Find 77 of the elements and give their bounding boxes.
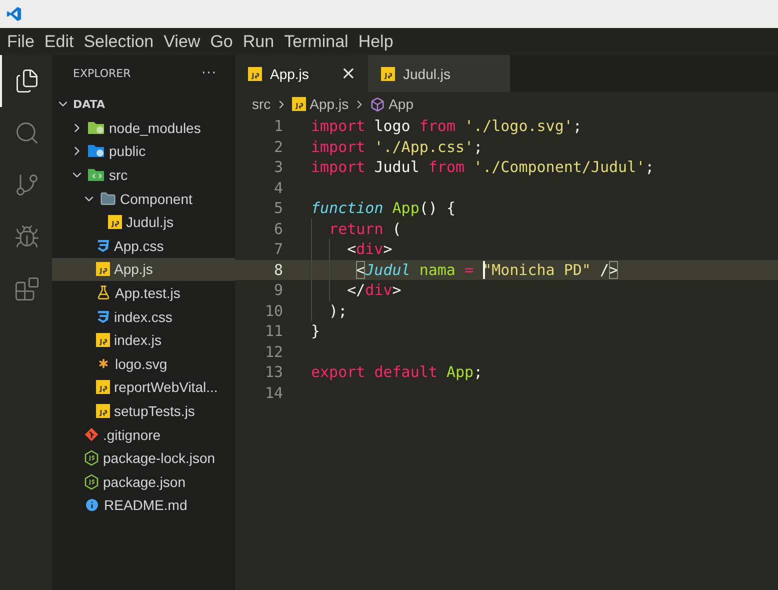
js-file-icon [96, 380, 110, 394]
line-number: 1 [272, 117, 283, 136]
line-number: 5 [272, 199, 283, 218]
flask-icon [96, 285, 111, 300]
info-icon [84, 497, 100, 514]
line-number: 12 [264, 342, 283, 361]
folder-icon [100, 190, 116, 207]
file-tree-item[interactable]: node_modules [52, 116, 235, 140]
menu-item[interactable]: Run [238, 32, 280, 52]
explorer-title: EXPLORER [73, 67, 131, 80]
css-file-icon [96, 238, 110, 253]
line-number: 14 [264, 384, 283, 402]
line-number: 2 [272, 138, 283, 156]
breadcrumb-item[interactable]: App.js [310, 96, 349, 112]
file-tree-item[interactable]: reportWebVital... [52, 376, 235, 400]
file-tree-item[interactable]: package-lock.json [52, 446, 235, 470]
line-number: 8 [272, 260, 283, 279]
js-file-icon [96, 333, 110, 348]
menu-item[interactable]: File [2, 32, 40, 52]
more-actions[interactable]: ··· [202, 66, 217, 81]
file-tree-item[interactable]: public [52, 140, 235, 164]
cube-icon [370, 96, 385, 112]
menu-item[interactable]: Selection [78, 32, 159, 52]
code-line: export default App; [311, 362, 483, 382]
js-file-icon [381, 66, 396, 80]
line-number: 6 [272, 220, 283, 238]
folder-icon [88, 144, 105, 158]
css-file-icon [96, 310, 110, 324]
file-tree-item[interactable]: package.json [52, 470, 235, 494]
folder-icon [88, 120, 105, 135]
line-number: 13 [264, 363, 283, 382]
file-tree-item[interactable]: index.js [52, 328, 235, 352]
line-number: 10 [264, 302, 283, 320]
file-tree-item[interactable]: .gitignore [52, 422, 235, 446]
workspace-section[interactable]: DATA [52, 92, 235, 116]
line-number: 9 [272, 281, 283, 300]
file-tree-item[interactable]: App.test.js [52, 281, 235, 305]
code-line: import Judul from './Component/Judul'; [311, 157, 654, 178]
file-tree-item[interactable]: index.css [52, 304, 235, 328]
hexagon-icon [84, 474, 99, 490]
line-number: 3 [272, 158, 283, 176]
file-tree-item[interactable]: logo.svg [52, 352, 235, 376]
line-number: 7 [272, 240, 283, 258]
js-file-icon [292, 97, 306, 111]
code-line: ); [311, 300, 348, 321]
line-number: 4 [272, 178, 283, 197]
breadcrumb-item[interactable]: App [388, 96, 414, 112]
file-tree-item[interactable]: App.css [52, 234, 235, 258]
folder-icon [88, 168, 105, 182]
file-tree-item[interactable]: setupTests.js [52, 399, 235, 423]
js-file-icon [96, 262, 110, 276]
code-line: import logo from './logo.svg'; [311, 116, 582, 136]
app-logo-icon [6, 6, 22, 22]
js-file-icon [96, 404, 110, 418]
file-tree-item[interactable]: Component [52, 186, 235, 210]
code-line: } [311, 321, 320, 342]
menu-item[interactable]: View [158, 32, 206, 52]
js-file-icon [248, 66, 262, 80]
menu-item[interactable]: Help [353, 32, 398, 52]
js-file-icon [108, 215, 122, 230]
hexagon-icon [84, 450, 99, 466]
line-number: 11 [264, 322, 283, 340]
file-tree-item[interactable]: README.md [52, 494, 235, 518]
editor-tab[interactable]: Judul.js [368, 55, 510, 92]
menu-item[interactable]: Terminal [279, 32, 354, 52]
file-tree-item[interactable]: App.js [52, 258, 235, 282]
file-tree-item[interactable]: src [52, 163, 235, 187]
file-tree-item[interactable]: Judul.js [52, 210, 235, 234]
code-line: </div> [311, 280, 402, 300]
code-line: function App() { [311, 198, 456, 218]
code-line: return ( [311, 218, 402, 239]
editor-tab[interactable]: App.js × [235, 55, 368, 92]
close-icon[interactable]: × [340, 63, 356, 84]
menu-item[interactable]: Go [205, 32, 238, 52]
breadcrumb-item[interactable]: src [252, 96, 271, 112]
code-line: import './App.css'; [311, 136, 483, 157]
menu-item[interactable]: Edit [39, 32, 79, 52]
